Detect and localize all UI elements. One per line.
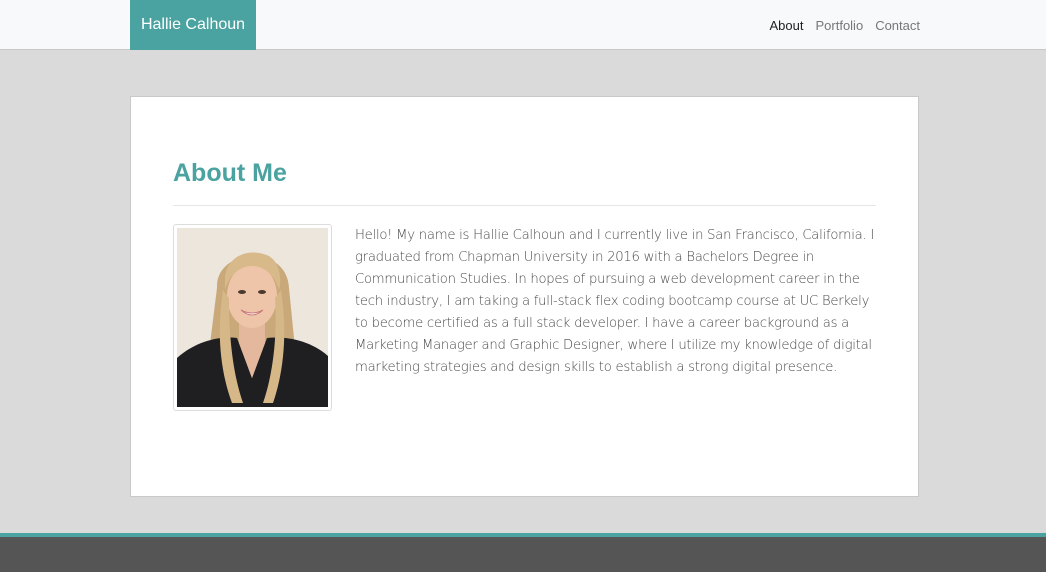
navbar: Hallie Calhoun About Portfolio Contact: [0, 0, 1046, 50]
footer: [0, 533, 1046, 572]
nav-about-link[interactable]: About: [770, 18, 804, 33]
profile-photo-frame: [173, 224, 332, 411]
about-card: About Me Hello! My name is Hallie Calhou…: [130, 96, 919, 497]
nav-contact-link[interactable]: Contact: [875, 18, 920, 33]
about-title: About Me: [173, 159, 287, 187]
about-bio: Hello! My name is Hallie Calhoun and I c…: [355, 228, 874, 375]
title-divider: [173, 205, 876, 206]
brand-link[interactable]: Hallie Calhoun: [130, 0, 256, 50]
nav-portfolio-link[interactable]: Portfolio: [815, 18, 863, 33]
nav-links: About Portfolio Contact: [770, 0, 921, 50]
profile-photo: [177, 228, 328, 407]
